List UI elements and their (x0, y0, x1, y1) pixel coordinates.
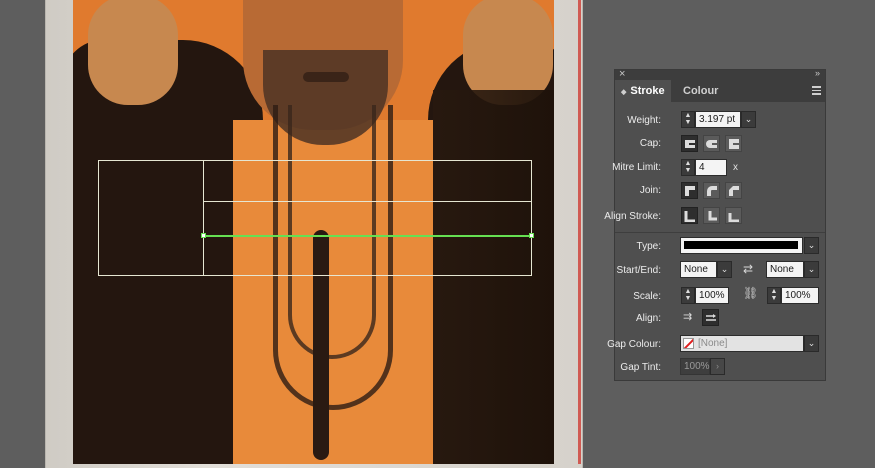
frame-divider (203, 201, 532, 203)
gap-colour-select[interactable]: [None] (680, 335, 804, 352)
start-arrowhead-dropdown[interactable]: ⌄ (717, 261, 732, 278)
mitre-stepper[interactable]: ▲ ▼ (681, 159, 695, 176)
panel-title-bar[interactable]: × » (615, 68, 825, 80)
start-arrowhead-select[interactable]: None (680, 261, 717, 278)
stroke-type-swatch (684, 241, 798, 249)
panel-tabs: ◆ Stroke Colour (615, 80, 825, 102)
link-scale-icon[interactable]: ⛓ (743, 286, 758, 300)
end-scale-input[interactable]: 100% (781, 287, 819, 304)
tab-label: Colour (683, 85, 719, 97)
join-miter-button[interactable] (681, 182, 698, 199)
join-label: Join: (639, 185, 661, 196)
tab-stroke[interactable]: ◆ Stroke (615, 80, 671, 102)
align-stroke-inside-button[interactable] (703, 207, 720, 224)
gap-colour-label: Gap Colour: (607, 339, 661, 350)
swap-arrowheads-icon[interactable]: ⇄ (743, 262, 753, 276)
gap-tint-arrow: › (710, 358, 725, 375)
cap-projecting-icon (729, 139, 740, 149)
align-stroke-outside-button[interactable] (725, 207, 742, 224)
align-center-icon (684, 211, 695, 222)
join-round-button[interactable] (703, 182, 720, 199)
align-inside-tip-icon[interactable]: ⇉ (683, 310, 692, 323)
shadow (433, 90, 554, 464)
mouth (303, 72, 349, 82)
panel-separator (615, 232, 825, 233)
end-arrowhead-dropdown[interactable]: ⌄ (804, 261, 819, 278)
join-miter-icon (685, 186, 695, 196)
line-handle-start[interactable] (201, 233, 206, 238)
hand-left (88, 0, 178, 105)
gap-tint-input: 100% (680, 358, 710, 375)
align-inside-icon (708, 211, 717, 221)
line-handle-end[interactable] (529, 233, 534, 238)
bleed-guide (578, 0, 581, 464)
start-scale-stepper[interactable]: ▲ ▼ (681, 287, 695, 304)
align-extend-tip-icon (706, 314, 716, 321)
start-end-label: Start/End: (616, 265, 661, 276)
join-round-icon (707, 186, 717, 196)
weight-stepper[interactable]: ▲ ▼ (681, 111, 695, 128)
align-outside-icon (728, 213, 739, 222)
tab-label: Stroke (630, 85, 665, 97)
weight-input[interactable]: 3.197 pt (695, 111, 741, 128)
align-label: Align: (635, 313, 661, 324)
cap-projecting-button[interactable] (725, 135, 742, 152)
stroke-type-dropdown[interactable]: ⌄ (804, 237, 819, 254)
tab-colour[interactable]: Colour (683, 80, 718, 102)
cap-round-button[interactable] (703, 135, 720, 152)
align-stroke-center-button[interactable] (681, 207, 698, 224)
cap-butt-icon (685, 140, 696, 148)
mitre-limit-label: Mitre Limit: (612, 162, 661, 173)
none-swatch-icon (683, 338, 694, 349)
close-icon[interactable]: × (619, 68, 625, 80)
expand-arrow-icon[interactable]: ◆ (621, 89, 626, 96)
cap-butt-button[interactable] (681, 135, 698, 152)
selected-line[interactable] (204, 235, 532, 237)
mitre-suffix: x (733, 162, 738, 173)
type-label: Type: (636, 241, 661, 252)
join-bevel-button[interactable] (725, 182, 742, 199)
align-stroke-label: Align Stroke: (604, 211, 661, 222)
frame-inner[interactable] (203, 160, 532, 276)
start-scale-input[interactable]: 100% (695, 287, 729, 304)
cap-round-icon (706, 140, 718, 148)
scale-label: Scale: (633, 291, 661, 302)
gap-colour-dropdown[interactable]: ⌄ (804, 335, 819, 352)
panel-menu-icon[interactable] (812, 86, 821, 97)
mitre-limit-input[interactable]: 4 (695, 159, 727, 176)
cap-label: Cap: (639, 138, 661, 149)
weight-dropdown[interactable]: ⌄ (741, 111, 756, 128)
end-arrowhead-select[interactable]: None (766, 261, 804, 278)
weight-label: Weight: (627, 115, 661, 126)
collapse-icon[interactable]: » (815, 68, 820, 78)
join-bevel-icon (729, 186, 739, 196)
end-scale-stepper[interactable]: ▲ ▼ (767, 287, 781, 304)
gap-tint-label: Gap Tint: (620, 362, 661, 373)
align-extend-tip-button[interactable] (702, 309, 719, 326)
